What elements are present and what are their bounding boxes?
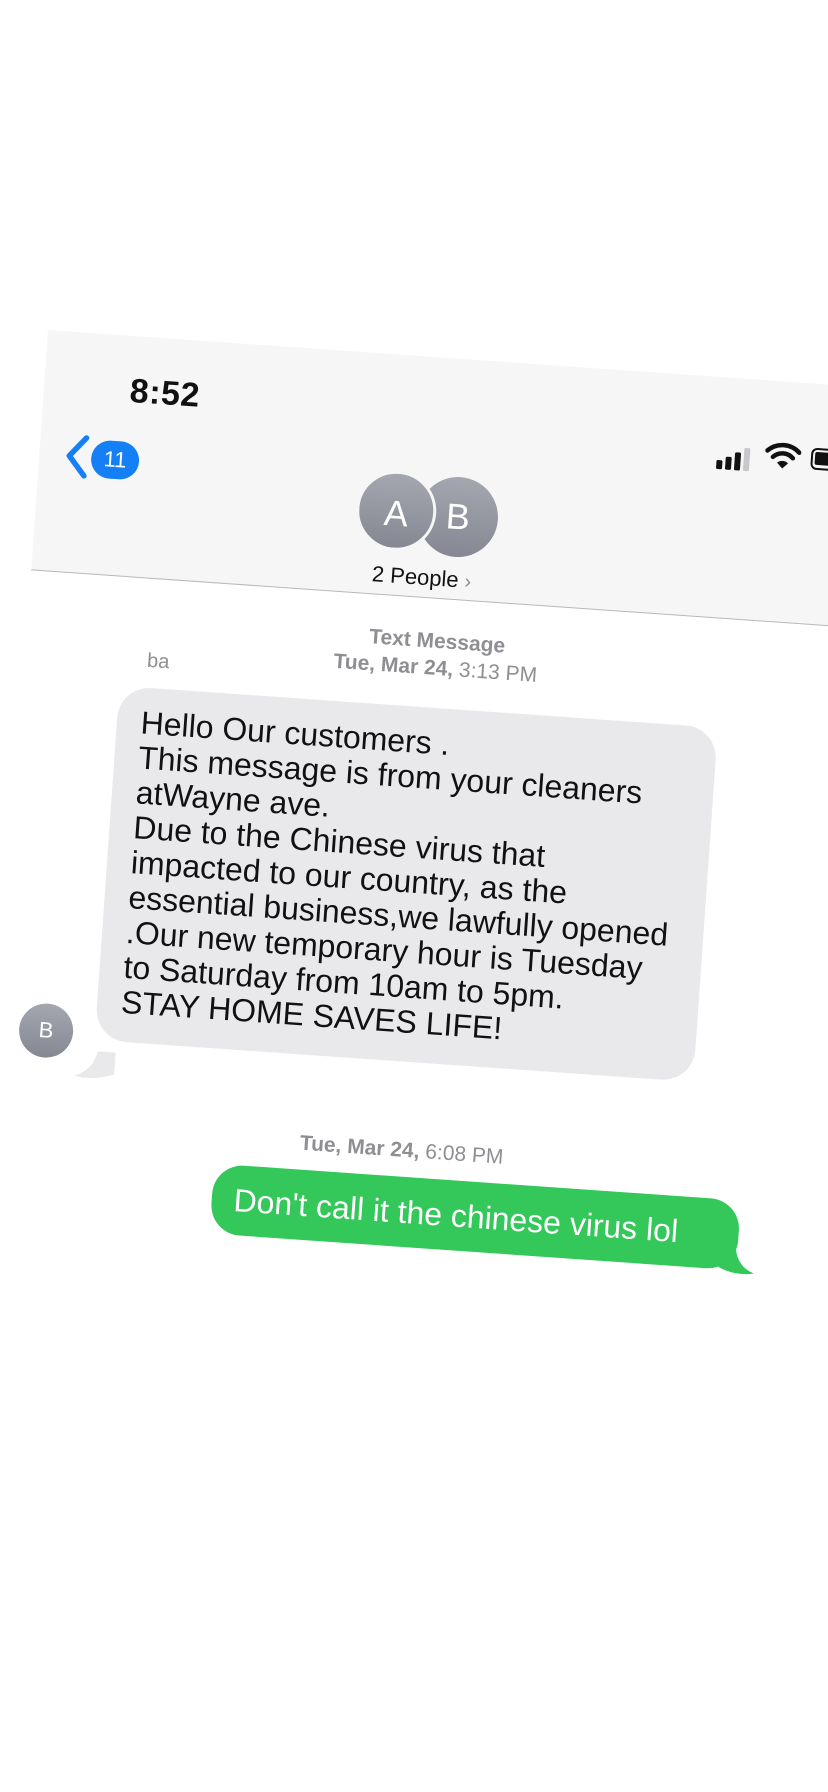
- incoming-bubble-tail: [74, 1051, 116, 1079]
- sender-avatar[interactable]: B: [17, 1001, 75, 1060]
- back-button[interactable]: 11: [61, 431, 164, 488]
- timestamp-time: 3:13 PM: [458, 658, 538, 687]
- sender-name: ba: [146, 649, 171, 674]
- outgoing-message-bubble[interactable]: Don't call it the chinese virus lol: [209, 1163, 741, 1271]
- conversation-timestamp: Text Message Tue, Mar 24, 3:13 PM: [265, 616, 608, 694]
- status-icons: [715, 439, 828, 479]
- conversation-header: 8:52 11 A B 2 People ›: [31, 330, 828, 629]
- unread-count-badge: 11: [89, 439, 141, 481]
- conversation-title-label: 2 People: [371, 561, 460, 593]
- battery-icon: [810, 447, 828, 473]
- photo-canvas: 8:52 11 A B 2 People › Text Message Tue,…: [0, 0, 828, 1792]
- incoming-message-bubble[interactable]: Hello Our customers . This message is fr…: [94, 685, 718, 1082]
- chevron-left-icon: [66, 435, 90, 479]
- status-time: 8:52: [128, 371, 202, 415]
- group-avatar[interactable]: A B: [353, 468, 501, 562]
- timestamp-time: 6:08 PM: [424, 1140, 505, 1169]
- messages-screen: 8:52 11 A B 2 People › Text Message Tue,…: [0, 330, 828, 1585]
- chevron-right-icon: ›: [463, 570, 472, 594]
- timestamp-day: Tue, Mar 24,: [332, 649, 454, 682]
- conversation-title[interactable]: 2 People ›: [351, 560, 492, 596]
- wifi-icon: [765, 442, 802, 469]
- timestamp-day: Tue, Mar 24,: [299, 1131, 421, 1163]
